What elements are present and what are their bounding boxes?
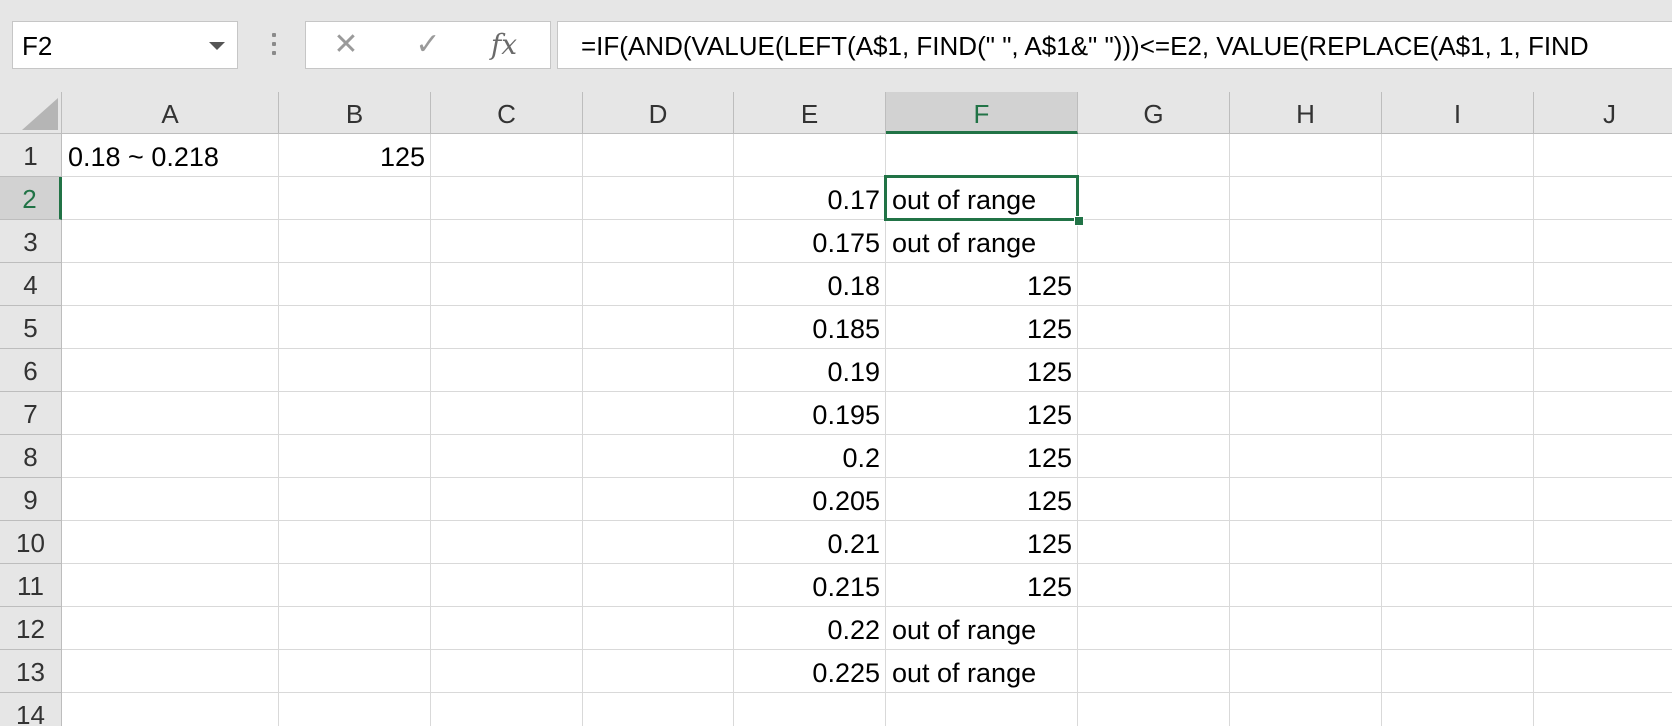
- cell-f4[interactable]: 125: [886, 263, 1078, 306]
- column-header-g[interactable]: G: [1078, 92, 1230, 134]
- cell-f6[interactable]: 125: [886, 349, 1078, 392]
- column-header-c[interactable]: C: [431, 92, 583, 134]
- cell-e3[interactable]: 0.175: [734, 220, 886, 263]
- row-header-11[interactable]: 11: [0, 564, 62, 607]
- cell-f10[interactable]: 125: [886, 521, 1078, 564]
- cell-e4[interactable]: 0.18: [734, 263, 886, 306]
- row-header-7[interactable]: 7: [0, 392, 62, 435]
- name-box[interactable]: F2: [12, 21, 238, 69]
- column-header-d[interactable]: D: [583, 92, 734, 134]
- cell-e8[interactable]: 0.2: [734, 435, 886, 478]
- cell-f9[interactable]: 125: [886, 478, 1078, 521]
- column-header-e[interactable]: E: [734, 92, 886, 134]
- row-header-4[interactable]: 4: [0, 263, 62, 306]
- row-header-13[interactable]: 13: [0, 650, 62, 693]
- row-header-8[interactable]: 8: [0, 435, 62, 478]
- row-header-10[interactable]: 10: [0, 521, 62, 564]
- fill-handle[interactable]: [1074, 216, 1084, 226]
- formula-buttons: ✕ ✓ fx: [305, 21, 551, 69]
- fx-icon[interactable]: fx: [484, 26, 524, 64]
- select-all-button[interactable]: [0, 92, 62, 134]
- column-header-a[interactable]: A: [62, 92, 279, 134]
- cell-e7[interactable]: 0.195: [734, 392, 886, 435]
- cell-f3[interactable]: out of range: [886, 220, 1078, 263]
- cell-e9[interactable]: 0.205: [734, 478, 886, 521]
- worksheet-grid: ABCDEFGHIJ 1 2 3 4 5 6 7 8 9 10 11 12 13 14 0.18 ~ 0.…: [0, 92, 1672, 726]
- column-header-h[interactable]: H: [1230, 92, 1382, 134]
- cell-e10[interactable]: 0.21: [734, 521, 886, 564]
- gridline: [1381, 134, 1382, 726]
- cell-e13[interactable]: 0.225: [734, 650, 886, 693]
- row-header-3[interactable]: 3: [0, 220, 62, 263]
- row-header-1[interactable]: 1: [0, 134, 62, 177]
- cell-f11[interactable]: 125: [886, 564, 1078, 607]
- cell-e5[interactable]: 0.185: [734, 306, 886, 349]
- gridline: [582, 134, 583, 726]
- cell-a1[interactable]: 0.18 ~ 0.218: [62, 134, 279, 177]
- column-header-b[interactable]: B: [279, 92, 431, 134]
- row-header-14[interactable]: 14: [0, 693, 62, 726]
- name-box-value[interactable]: F2: [22, 31, 52, 61]
- row-header-12[interactable]: 12: [0, 607, 62, 650]
- column-header-i[interactable]: I: [1382, 92, 1534, 134]
- column-header-f[interactable]: F: [886, 92, 1078, 134]
- cell-f13[interactable]: out of range: [886, 650, 1078, 693]
- grip-icon[interactable]: [272, 33, 276, 59]
- column-header-j[interactable]: J: [1534, 92, 1672, 134]
- cell-f12[interactable]: out of range: [886, 607, 1078, 650]
- gridline: [430, 134, 431, 726]
- gridline: [1229, 134, 1230, 726]
- cell-f8[interactable]: 125: [886, 435, 1078, 478]
- row-header-9[interactable]: 9: [0, 478, 62, 521]
- row-header-2[interactable]: 2: [0, 177, 62, 220]
- cell-e11[interactable]: 0.215: [734, 564, 886, 607]
- cell-f7[interactable]: 125: [886, 392, 1078, 435]
- cell-e6[interactable]: 0.19: [734, 349, 886, 392]
- gridline: [1533, 134, 1534, 726]
- close-icon[interactable]: ✕: [326, 26, 366, 64]
- cell-e2[interactable]: 0.17: [734, 177, 886, 220]
- check-icon[interactable]: ✓: [408, 26, 448, 64]
- chevron-down-icon[interactable]: [209, 42, 225, 50]
- cell-b1[interactable]: 125: [279, 134, 431, 177]
- formula-text[interactable]: =IF(AND(VALUE(LEFT(A$1, FIND(" ", A$1&" …: [581, 31, 1589, 61]
- cell-f5[interactable]: 125: [886, 306, 1078, 349]
- row-header-5[interactable]: 5: [0, 306, 62, 349]
- formula-input[interactable]: =IF(AND(VALUE(LEFT(A$1, FIND(" ", A$1&" …: [557, 21, 1672, 69]
- cell-e12[interactable]: 0.22: [734, 607, 886, 650]
- cell-f2[interactable]: out of range: [886, 177, 1078, 220]
- gridline: [278, 134, 279, 726]
- row-header-6[interactable]: 6: [0, 349, 62, 392]
- formula-bar-area: F2 ✕ ✓ fx =IF(AND(VALUE(LEFT(A$1, FIND("…: [0, 0, 1672, 92]
